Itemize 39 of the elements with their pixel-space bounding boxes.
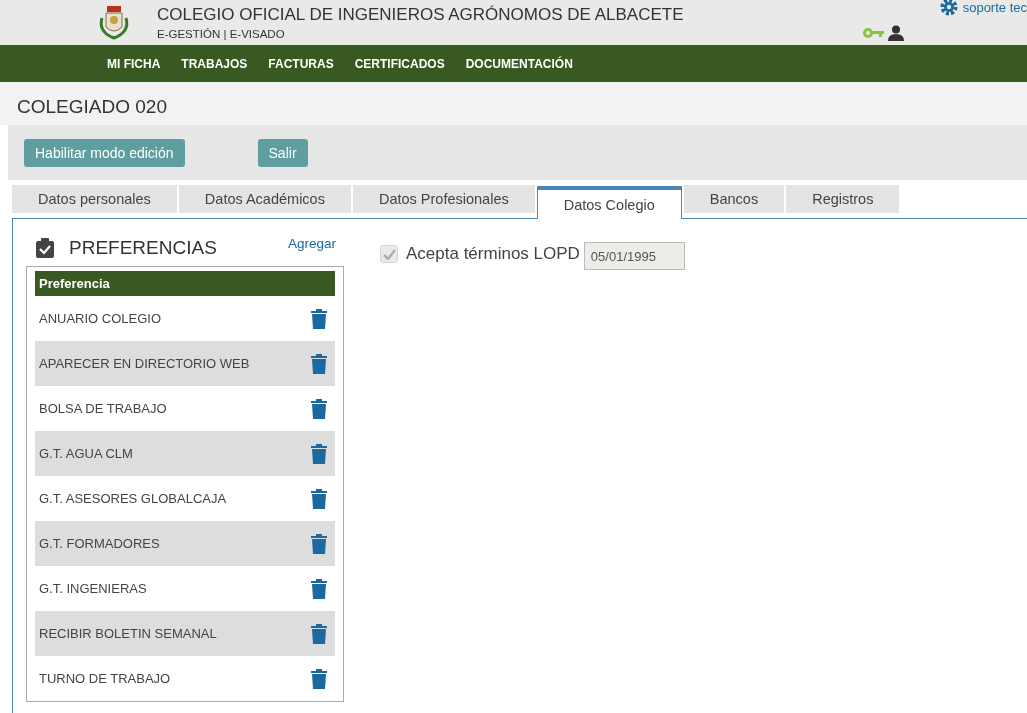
lopd-label: Acepta términos LOPD (406, 244, 580, 264)
table-cell: ANUARIO COLEGIO (39, 311, 162, 326)
trash-icon[interactable] (311, 488, 327, 509)
user-icon[interactable] (888, 25, 904, 41)
table-cell: RECIBIR BOLETIN SEMANAL (39, 626, 217, 641)
trash-icon[interactable] (311, 533, 327, 554)
trash-icon[interactable] (311, 353, 327, 374)
trash-icon[interactable] (311, 668, 327, 689)
table-cell: BOLSA DE TRABAJO (39, 401, 167, 416)
tab[interactable]: Datos Profesionales (352, 185, 535, 213)
table-cell: G.T. AGUA CLM (39, 446, 133, 461)
table-cell: G.T. INGENIERAS (39, 581, 147, 596)
column-header: Preferencia (35, 271, 335, 296)
tab[interactable]: Datos Académicos (178, 185, 351, 213)
nav-link[interactable]: CERTIFICADOS (354, 56, 445, 71)
nav-link[interactable]: TRABAJOS (181, 56, 248, 71)
trash-icon[interactable] (311, 398, 327, 419)
page-title: COLEGIADO 020 (0, 82, 1027, 125)
nav-link[interactable]: FACTURAS (268, 56, 334, 71)
site-title: COLEGIO OFICIAL DE INGENIEROS AGRÓNOMOS DE ALBACETE (157, 5, 684, 25)
table-cell: APARECER EN DIRECTORIO WEB (39, 356, 250, 371)
section-title: PREFERENCIAS (69, 237, 218, 259)
add-link[interactable]: Agregar (287, 236, 336, 251)
table-cell: G.T. FORMADORES (39, 536, 160, 551)
tab[interactable]: Datos Colegio (536, 186, 682, 219)
table-cell: G.T. ASESORES GLOBALCAJA (39, 491, 227, 506)
table-cell: TURNO DE TRABAJO (39, 671, 171, 686)
trash-icon[interactable] (311, 308, 327, 329)
clipboard-check-icon (36, 238, 54, 258)
nav-link[interactable]: MI FICHA (107, 56, 161, 71)
support-link[interactable]: soporte tec (939, 0, 1027, 16)
site-subtitle: E-GESTIÓN | E-VISADO (157, 28, 286, 40)
trash-icon[interactable] (311, 443, 327, 464)
nav-link[interactable]: DOCUMENTACIÓN (465, 56, 573, 71)
tab[interactable]: Registros (786, 185, 900, 213)
tab[interactable]: Bancos (683, 185, 785, 213)
trash-icon[interactable] (311, 623, 327, 644)
tab[interactable]: Datos personales (12, 185, 177, 213)
trash-icon[interactable] (311, 578, 327, 599)
